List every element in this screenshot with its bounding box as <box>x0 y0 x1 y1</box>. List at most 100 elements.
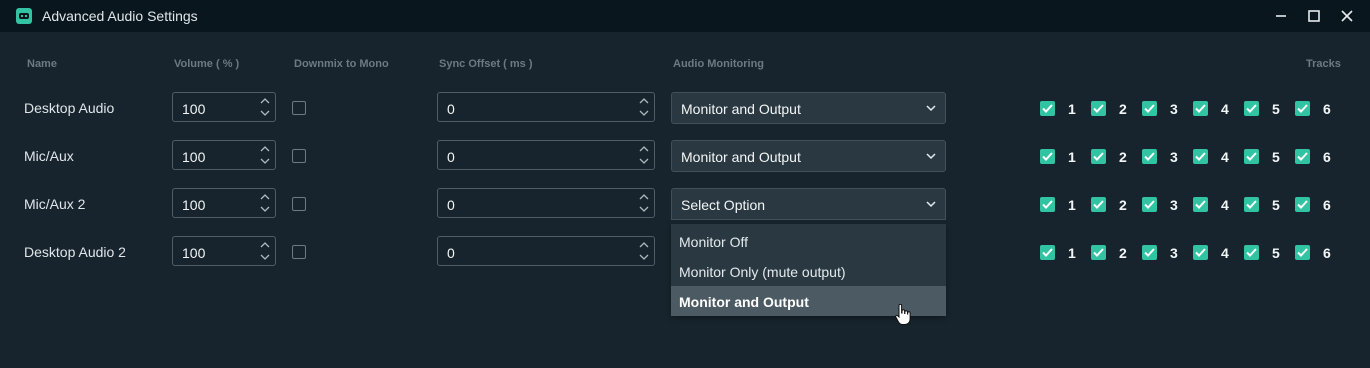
downmix-checkbox[interactable] <box>292 197 306 211</box>
sync-offset-input[interactable]: 0 <box>437 236 655 266</box>
stepper-arrows-icon[interactable] <box>639 242 649 260</box>
track-label: 5 <box>1272 149 1280 165</box>
checkmark-icon <box>1142 149 1157 164</box>
sync-offset-input[interactable]: 0 <box>437 92 655 122</box>
track-2-checkbox[interactable]: 2 <box>1091 149 1131 165</box>
track-1-checkbox[interactable]: 1 <box>1040 101 1080 117</box>
stepper-arrows-icon[interactable] <box>260 146 270 164</box>
track-label: 1 <box>1068 149 1076 165</box>
option-monitor-only[interactable]: Monitor Only (mute output) <box>671 256 946 286</box>
checkmark-icon <box>1193 101 1208 116</box>
track-label: 5 <box>1272 245 1280 261</box>
track-2-checkbox[interactable]: 2 <box>1091 197 1131 213</box>
minimize-button[interactable] <box>1264 0 1298 32</box>
track-label: 1 <box>1068 197 1076 213</box>
checkmark-icon <box>1295 101 1310 116</box>
monitoring-select-open[interactable]: Select Option <box>671 188 946 220</box>
track-label: 3 <box>1170 149 1178 165</box>
track-4-checkbox[interactable]: 4 <box>1193 101 1233 117</box>
checkmark-icon <box>1142 101 1157 116</box>
track-6-checkbox[interactable]: 6 <box>1295 245 1335 261</box>
monitoring-value: Monitor and Output <box>681 101 801 117</box>
chevron-down-icon <box>926 153 936 160</box>
track-4-checkbox[interactable]: 4 <box>1193 197 1233 213</box>
track-3-checkbox[interactable]: 3 <box>1142 245 1182 261</box>
track-1-checkbox[interactable]: 1 <box>1040 149 1080 165</box>
volume-input[interactable]: 100 <box>172 140 276 170</box>
header-downmix: Downmix to Mono <box>294 58 389 70</box>
streamlabs-icon <box>16 8 32 24</box>
track-label: 6 <box>1323 197 1331 213</box>
track-5-checkbox[interactable]: 5 <box>1244 149 1284 165</box>
checkmark-icon <box>1091 197 1106 212</box>
track-label: 4 <box>1221 101 1229 117</box>
window-title: Advanced Audio Settings <box>42 8 198 24</box>
option-monitor-off[interactable]: Monitor Off <box>671 226 946 256</box>
track-label: 1 <box>1068 245 1076 261</box>
track-1-checkbox[interactable]: 1 <box>1040 197 1080 213</box>
track-label: 2 <box>1119 197 1127 213</box>
downmix-checkbox[interactable] <box>292 245 306 259</box>
sync-offset-input[interactable]: 0 <box>437 140 655 170</box>
track-6-checkbox[interactable]: 6 <box>1295 197 1335 213</box>
stepper-arrows-icon[interactable] <box>639 98 649 116</box>
close-icon <box>1341 10 1353 22</box>
maximize-icon <box>1308 10 1320 22</box>
volume-value: 100 <box>182 245 206 261</box>
hand-cursor-icon <box>895 304 911 325</box>
checkmark-icon <box>1244 101 1259 116</box>
volume-input[interactable]: 100 <box>172 236 276 266</box>
track-label: 5 <box>1272 101 1280 117</box>
checkmark-icon <box>1295 149 1310 164</box>
sync-offset-value: 0 <box>447 245 455 261</box>
header-name: Name <box>27 58 57 70</box>
stepper-arrows-icon[interactable] <box>260 98 270 116</box>
checkmark-icon <box>1040 245 1055 260</box>
checkmark-icon <box>1244 245 1259 260</box>
stepper-arrows-icon[interactable] <box>260 242 270 260</box>
header-tracks: Tracks <box>1306 58 1341 70</box>
sync-offset-input[interactable]: 0 <box>437 188 655 218</box>
track-3-checkbox[interactable]: 3 <box>1142 101 1182 117</box>
minimize-icon <box>1276 15 1286 17</box>
maximize-button[interactable] <box>1297 0 1331 32</box>
track-5-checkbox[interactable]: 5 <box>1244 101 1284 117</box>
track-3-checkbox[interactable]: 3 <box>1142 197 1182 213</box>
track-4-checkbox[interactable]: 4 <box>1193 245 1233 261</box>
volume-input[interactable]: 100 <box>172 188 276 218</box>
track-5-checkbox[interactable]: 5 <box>1244 197 1284 213</box>
stepper-arrows-icon[interactable] <box>639 146 649 164</box>
track-6-checkbox[interactable]: 6 <box>1295 149 1335 165</box>
checkmark-icon <box>1091 101 1106 116</box>
track-2-checkbox[interactable]: 2 <box>1091 245 1131 261</box>
checkmark-icon <box>1244 149 1259 164</box>
track-label: 1 <box>1068 101 1076 117</box>
checkmark-icon <box>1193 245 1208 260</box>
close-button[interactable] <box>1330 0 1364 32</box>
checkmark-icon <box>1244 197 1259 212</box>
track-5-checkbox[interactable]: 5 <box>1244 245 1284 261</box>
monitoring-dropdown-menu: Monitor Off Monitor Only (mute output) M… <box>671 224 946 316</box>
monitoring-select[interactable]: Monitor and Output <box>671 140 946 172</box>
sync-offset-value: 0 <box>447 101 455 117</box>
checkmark-icon <box>1091 149 1106 164</box>
stepper-arrows-icon[interactable] <box>639 194 649 212</box>
track-label: 6 <box>1323 101 1331 117</box>
track-3-checkbox[interactable]: 3 <box>1142 149 1182 165</box>
track-6-checkbox[interactable]: 6 <box>1295 101 1335 117</box>
title-bar: Advanced Audio Settings <box>0 0 1370 32</box>
monitoring-select[interactable]: Monitor and Output <box>671 92 946 124</box>
downmix-checkbox[interactable] <box>292 101 306 115</box>
track-4-checkbox[interactable]: 4 <box>1193 149 1233 165</box>
header-sync-offset: Sync Offset ( ms ) <box>439 58 533 70</box>
stepper-arrows-icon[interactable] <box>260 194 270 212</box>
chevron-down-icon <box>926 201 936 208</box>
header-audio-monitoring: Audio Monitoring <box>673 58 765 70</box>
downmix-checkbox[interactable] <box>292 149 306 163</box>
track-1-checkbox[interactable]: 1 <box>1040 245 1080 261</box>
checkmark-icon <box>1040 149 1055 164</box>
volume-input[interactable]: 100 <box>172 92 276 122</box>
checkmark-icon <box>1142 197 1157 212</box>
row-name: Desktop Audio <box>24 100 115 116</box>
track-2-checkbox[interactable]: 2 <box>1091 101 1131 117</box>
